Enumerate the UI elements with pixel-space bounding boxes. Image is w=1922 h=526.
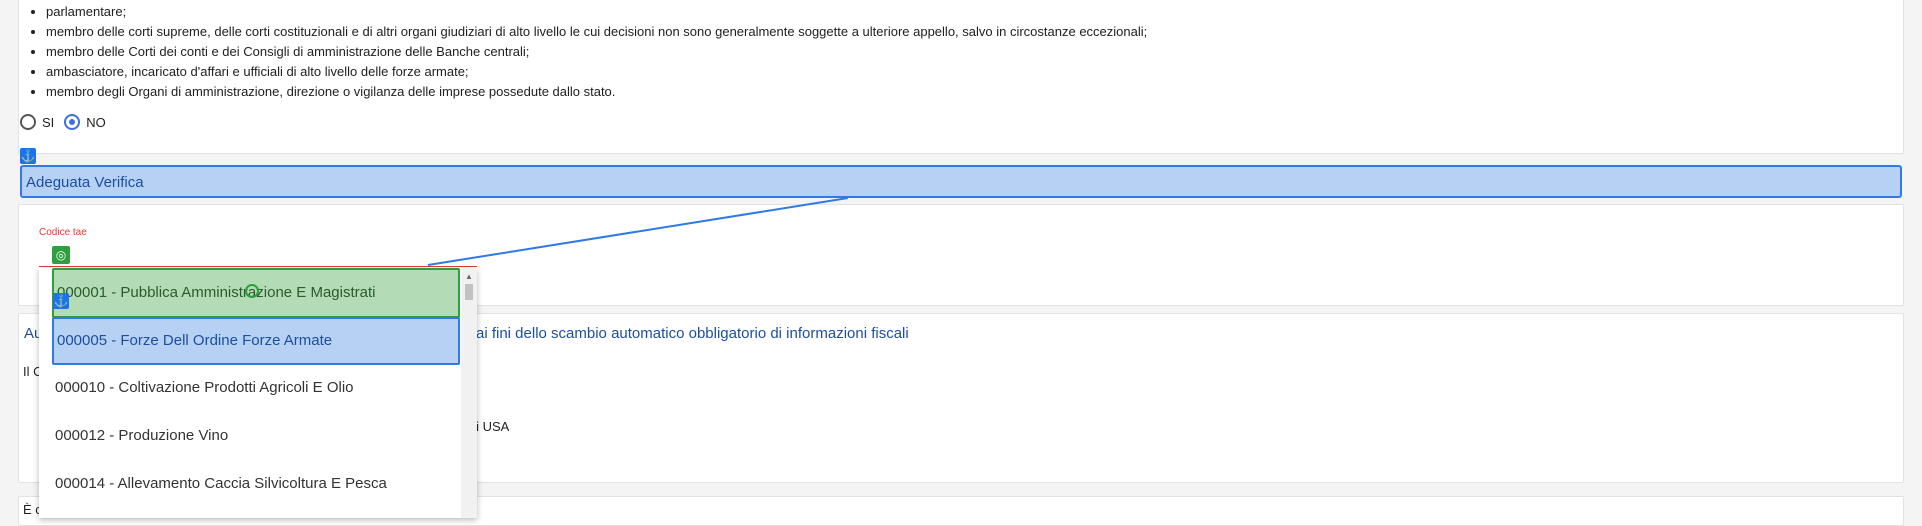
- target-icon: ◎: [52, 246, 70, 264]
- section-header-adeguata-verifica[interactable]: Adeguata Verifica: [20, 165, 1902, 198]
- list-item: membro degli Organi di amministrazione, …: [46, 82, 1147, 102]
- dropdown-scrollbar[interactable]: ▲: [461, 268, 477, 518]
- section-title: Adeguata Verifica: [26, 174, 144, 191]
- radio-no-label[interactable]: NO: [86, 115, 106, 130]
- scroll-up-icon[interactable]: ▲: [465, 272, 473, 281]
- pep-radio-group: SI NO: [20, 114, 116, 130]
- dropdown-option[interactable]: 000014 - Allevamento Caccia Silvicoltura…: [39, 460, 459, 508]
- radio-no[interactable]: [64, 114, 81, 130]
- radio-si-label[interactable]: SI: [42, 115, 54, 130]
- dropdown-option[interactable]: 000012 - Produzione Vino: [39, 412, 459, 460]
- radio-si[interactable]: [20, 114, 36, 130]
- dropdown-option[interactable]: 000010 - Coltivazione Prodotti Agricoli …: [39, 364, 459, 412]
- anchor-icon: ⚓: [20, 148, 36, 164]
- pep-criteria-list: parlamentare; membro delle corti supreme…: [22, 2, 1147, 102]
- list-item: membro delle Corti dei conti e dei Consi…: [46, 42, 1147, 62]
- list-item: membro delle corti supreme, delle corti …: [46, 22, 1147, 42]
- scrollbar-thumb[interactable]: [465, 284, 473, 300]
- crs-title-tail: ai fini dello scambio automatico obbliga…: [476, 325, 909, 342]
- target-marker-icon: [245, 284, 259, 298]
- codice-tae-dropdown[interactable]: 000001 - Pubblica Amministrazione E Magi…: [39, 268, 477, 518]
- dropdown-option[interactable]: 000005 - Forze Dell Ordine Forze Armate: [52, 317, 460, 365]
- codice-tae-input[interactable]: [39, 266, 477, 267]
- codice-tae-label: Codice tae: [39, 227, 87, 238]
- list-item: parlamentare;: [46, 2, 1147, 22]
- anchor-icon: ⚓: [53, 293, 69, 309]
- list-item: ambasciatore, incaricato d'affari e uffi…: [46, 62, 1147, 82]
